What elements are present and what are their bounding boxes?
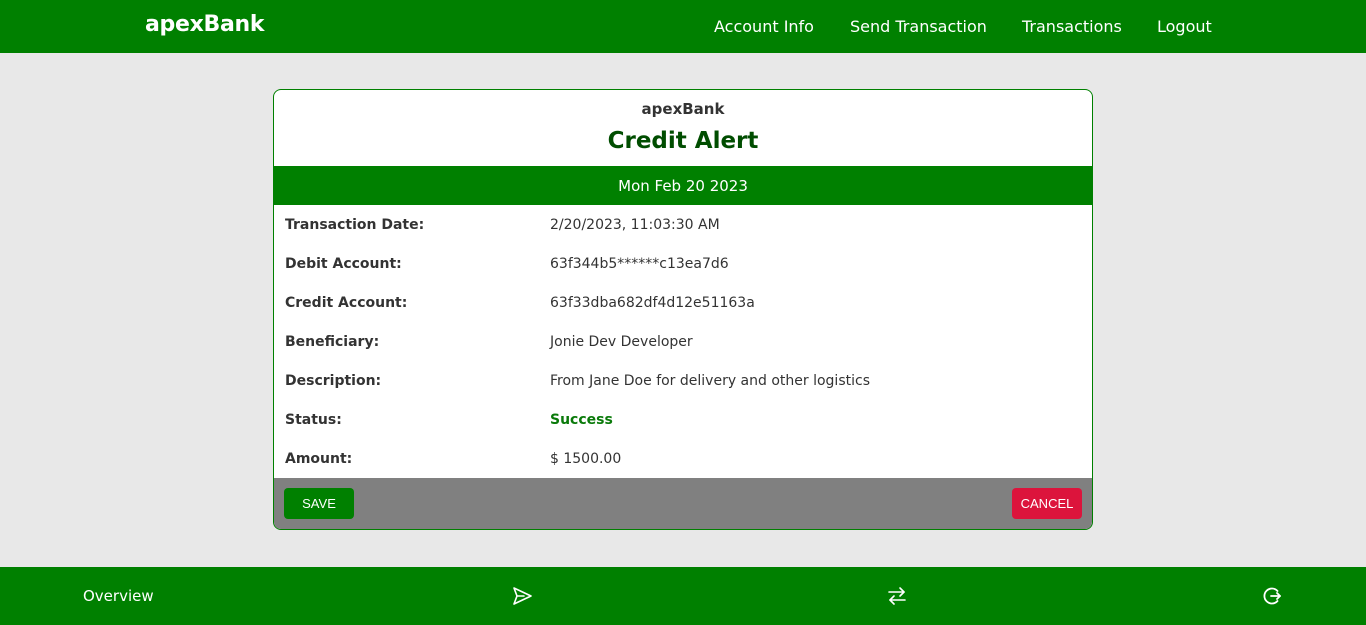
nav-transactions[interactable]: Transactions bbox=[1022, 17, 1122, 36]
credit-alert-card: apexBank Credit Alert Mon Feb 20 2023 Tr… bbox=[273, 89, 1093, 530]
detail-row-description: Description: From Jane Doe for delivery … bbox=[274, 361, 1092, 400]
card-brand: apexBank bbox=[641, 100, 725, 118]
detail-value: $ 1500.00 bbox=[550, 451, 622, 467]
detail-label: Beneficiary: bbox=[285, 334, 380, 350]
detail-row-credit-account: Credit Account: 63f33dba682df4d12e51163a bbox=[274, 283, 1092, 322]
detail-value: Jonie Dev Developer bbox=[550, 334, 693, 350]
top-navbar: apexBank Account Info Send Transaction T… bbox=[0, 0, 1366, 53]
date-band-text: Mon Feb 20 2023 bbox=[618, 176, 748, 195]
detail-row-transaction-date: Transaction Date: 2/20/2023, 11:03:30 AM bbox=[274, 205, 1092, 244]
detail-row-beneficiary: Beneficiary: Jonie Dev Developer bbox=[274, 322, 1092, 361]
nav-logout[interactable]: Logout bbox=[1157, 17, 1212, 36]
detail-label: Description: bbox=[285, 373, 382, 389]
card-action-bar: SAVE CANCEL bbox=[274, 478, 1092, 529]
bottom-nav-overview[interactable]: Overview bbox=[83, 587, 154, 605]
card-title: Credit Alert bbox=[607, 128, 759, 154]
detail-row-debit-account: Debit Account: 63f344b5******c13ea7d6 bbox=[274, 244, 1092, 283]
nav-account-info[interactable]: Account Info bbox=[714, 17, 814, 36]
detail-row-status: Status: Success bbox=[274, 400, 1092, 439]
bottom-navbar: Overview bbox=[0, 567, 1366, 625]
status-value: Success bbox=[550, 412, 613, 428]
nav-send-transaction[interactable]: Send Transaction bbox=[850, 17, 987, 36]
details-list: Transaction Date: 2/20/2023, 11:03:30 AM… bbox=[274, 205, 1092, 478]
detail-value: 63f33dba682df4d12e51163a bbox=[550, 295, 755, 311]
send-icon[interactable] bbox=[510, 584, 534, 608]
detail-label: Debit Account: bbox=[285, 256, 402, 272]
detail-label: Credit Account: bbox=[285, 295, 408, 311]
detail-label: Transaction Date: bbox=[285, 217, 425, 233]
detail-row-amount: Amount: $ 1500.00 bbox=[274, 439, 1092, 478]
detail-value: 2/20/2023, 11:03:30 AM bbox=[550, 217, 720, 233]
detail-label: Status: bbox=[285, 412, 342, 428]
save-button[interactable]: SAVE bbox=[284, 488, 354, 519]
detail-value: 63f344b5******c13ea7d6 bbox=[550, 256, 729, 272]
brand-logo[interactable]: apexBank bbox=[145, 12, 265, 37]
transfer-arrows-icon[interactable] bbox=[885, 584, 909, 608]
date-band: Mon Feb 20 2023 bbox=[274, 166, 1092, 205]
logout-icon[interactable] bbox=[1260, 584, 1284, 608]
detail-value: From Jane Doe for delivery and other log… bbox=[550, 373, 870, 389]
cancel-button[interactable]: CANCEL bbox=[1012, 488, 1082, 519]
detail-label: Amount: bbox=[285, 451, 353, 467]
